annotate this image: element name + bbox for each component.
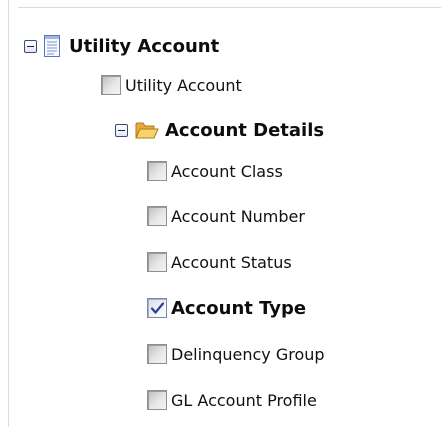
field-checkbox[interactable] (147, 344, 167, 364)
tree-node-label: Account Details (165, 119, 325, 141)
tree-node-label: Utility Account (69, 35, 220, 57)
check-mark-icon (150, 302, 165, 314)
tree-node-account-details[interactable]: Account Details (115, 118, 324, 142)
field-row-account-class[interactable]: Account Class (147, 160, 283, 182)
field-checkbox-checked[interactable] (147, 298, 167, 318)
field-row-delinquency-group[interactable]: Delinquency Group (147, 343, 325, 365)
field-row-account-type[interactable]: Account Type (147, 297, 306, 319)
tree-node-utility-account[interactable]: Utility Account (24, 34, 219, 58)
field-label: Account Status (171, 252, 292, 272)
field-row-account-status[interactable]: Account Status (147, 251, 292, 273)
field-label: Account Type (171, 297, 307, 319)
field-checkbox[interactable] (147, 161, 167, 181)
field-label: GL Account Profile (171, 390, 317, 410)
field-row-account-number[interactable]: Account Number (147, 205, 305, 227)
panel-left-border (8, 0, 9, 427)
field-row-gl-account-profile[interactable]: GL Account Profile (147, 389, 317, 411)
field-checkbox[interactable] (147, 206, 167, 226)
field-checkbox[interactable] (147, 252, 167, 272)
field-label: Account Number (171, 206, 305, 226)
field-checkbox[interactable] (101, 75, 121, 95)
collapse-toggle-icon[interactable] (115, 123, 128, 137)
field-label: Utility Account (125, 75, 242, 95)
field-checkbox[interactable] (147, 390, 167, 410)
field-row-utility-account[interactable]: Utility Account (101, 74, 242, 96)
folder-open-icon (135, 122, 159, 139)
collapse-toggle-icon[interactable] (24, 39, 37, 53)
field-label: Delinquency Group (171, 344, 325, 364)
field-label: Account Class (171, 161, 283, 181)
field-tree-panel: Utility Account Utility Account Account … (0, 0, 441, 427)
document-icon (44, 35, 60, 57)
panel-top-border (18, 7, 441, 8)
